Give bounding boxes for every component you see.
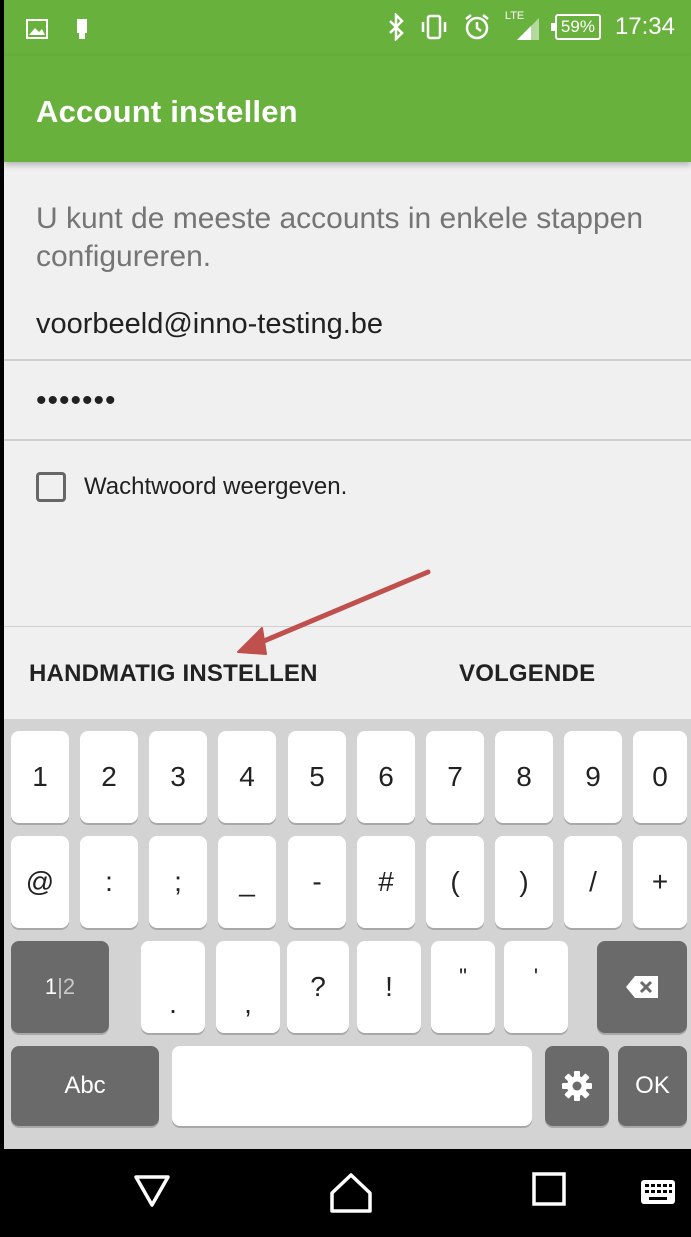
settings-key[interactable]	[545, 1046, 609, 1126]
manual-setup-button[interactable]: HANDMATIG INSTELLEN	[29, 660, 318, 688]
key-underscore[interactable]: _	[218, 836, 276, 928]
actions-divider	[4, 626, 691, 627]
alarm-icon	[465, 14, 489, 40]
email-field[interactable]: voorbeeld@inno-testing.be	[36, 308, 383, 341]
battery-icon: 59%	[550, 14, 601, 40]
key-2[interactable]: 2	[80, 731, 138, 823]
show-password-label: Wachtwoord weergeven.	[84, 473, 348, 500]
keyboard: 1 2 3 4 5 6 7 8 9 0 @ : ; _ - # ( ) / + …	[4, 719, 691, 1149]
key-open-paren[interactable]: (	[426, 836, 484, 928]
key-5[interactable]: 5	[288, 731, 346, 823]
intro-text: U kunt de meeste accounts in enkele stap…	[36, 202, 644, 273]
space-key[interactable]	[172, 1046, 532, 1126]
abc-key[interactable]: Abc	[11, 1046, 159, 1126]
ok-key[interactable]: OK	[618, 1046, 687, 1126]
key-question[interactable]: ?	[287, 941, 349, 1033]
key-single-quote[interactable]: '	[504, 941, 568, 1033]
status-bar: LTE 59% 17:34	[4, 0, 691, 56]
key-6[interactable]: 6	[357, 731, 415, 823]
keyboard-switch-icon[interactable]	[640, 1179, 676, 1205]
symbol-page-inactive: 2	[62, 974, 76, 999]
key-slash[interactable]: /	[564, 836, 622, 928]
key-7[interactable]: 7	[426, 731, 484, 823]
key-hash[interactable]: #	[357, 836, 415, 928]
key-9[interactable]: 9	[564, 731, 622, 823]
sim-icon	[77, 19, 87, 39]
key-hyphen[interactable]: -	[288, 836, 346, 928]
key-close-paren[interactable]: )	[495, 836, 553, 928]
key-plus[interactable]: +	[633, 836, 687, 928]
back-triangle-icon[interactable]	[132, 1171, 172, 1211]
show-password-row[interactable]: Wachtwoord weergeven.	[36, 472, 347, 502]
backspace-key[interactable]	[597, 941, 687, 1033]
navigation-bar	[4, 1149, 691, 1237]
app-bar: Account instellen	[4, 56, 691, 162]
recents-square-icon[interactable]	[531, 1171, 567, 1207]
key-3[interactable]: 3	[149, 731, 207, 823]
page-title: Account instellen	[36, 94, 298, 129]
key-colon[interactable]: :	[80, 836, 138, 928]
show-password-checkbox[interactable]	[36, 472, 66, 502]
key-0[interactable]: 0	[633, 731, 687, 823]
signal-icon: LTE	[505, 10, 541, 42]
key-1[interactable]: 1	[11, 731, 69, 823]
password-divider	[4, 439, 691, 441]
symbol-page-active: 1	[44, 974, 58, 999]
key-double-quote[interactable]: "	[431, 941, 495, 1033]
screen: LTE 59% 17:34 Account instellen U kunt d…	[4, 0, 691, 1237]
key-period[interactable]: .	[141, 941, 205, 1033]
next-button[interactable]: VOLGENDE	[459, 660, 595, 688]
home-icon[interactable]	[328, 1171, 374, 1215]
bluetooth-icon	[389, 13, 404, 41]
password-field[interactable]: •••••••	[36, 384, 117, 418]
settings-gear-icon	[562, 1071, 592, 1101]
clock: 17:34	[614, 13, 675, 40]
symbol-page-key[interactable]: 1 | 2	[11, 941, 109, 1033]
backspace-icon	[626, 976, 658, 998]
image-icon	[26, 19, 48, 39]
key-8[interactable]: 8	[495, 731, 553, 823]
vibrate-icon	[421, 14, 447, 40]
email-divider	[4, 359, 691, 361]
key-at[interactable]: @	[11, 836, 69, 928]
key-comma[interactable]: ,	[216, 941, 280, 1033]
key-4[interactable]: 4	[218, 731, 276, 823]
key-semicolon[interactable]: ;	[149, 836, 207, 928]
key-exclamation[interactable]: !	[357, 941, 421, 1033]
